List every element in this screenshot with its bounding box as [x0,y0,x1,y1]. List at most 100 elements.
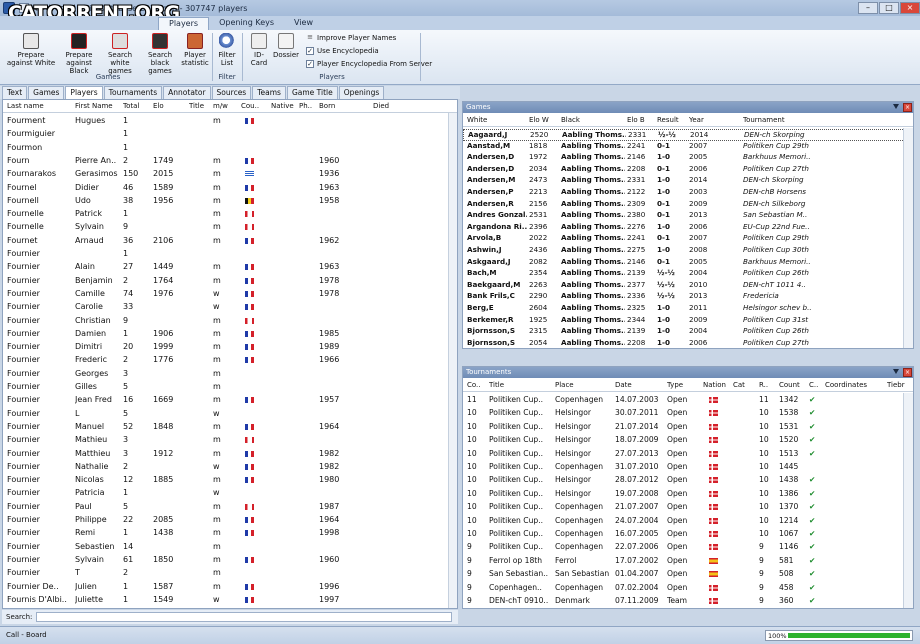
minimize-button[interactable]: – [858,2,878,14]
table-row[interactable]: Fournier Dimitri 20 1999 m 1989 [3,341,457,354]
column-header[interactable]: Title [489,381,504,389]
column-header[interactable]: m/w [213,102,228,110]
table-row[interactable]: Askgaard,J 2082 Aabling Thoms.. 2146 0-1 2005… [463,257,913,269]
table-row[interactable]: Andersen,R 2156 Aabling Thoms.. 2309 0-1 2009… [463,199,913,211]
column-header[interactable]: Tiebr [887,381,905,389]
table-row[interactable]: 9 Ferrol op 18th Ferrol 17.07.2002 Open 9 581 ✔ [463,555,913,568]
table-row[interactable]: Fournier De.. Julien 1 1587 m 1996 [3,581,457,594]
search-black-games-button[interactable]: Search black games [140,33,180,75]
table-row[interactable]: 11 Politiken Cup.. Copenhagen 14.07.2003 Ope… [463,394,913,407]
table-row[interactable]: 9 DEN-chT 0910.. Denmark 07.11.2009 Team 9 360… [463,595,913,608]
column-header[interactable]: Born [319,102,335,110]
table-row[interactable]: 9 Politiken Cup.. Copenhagen 22.07.2006 Open… [463,541,913,554]
column-header[interactable]: Count [779,381,800,389]
table-row[interactable]: Fournier Christian 9 m [3,315,457,328]
table-row[interactable]: Fournier Manuel 52 1848 m 1964 [3,421,457,434]
table-row[interactable]: Fournier Matthieu 3 1912 m 1982 [3,448,457,461]
dossier-button[interactable]: Dossier [272,33,300,59]
search-white-games-button[interactable]: Search white games [100,33,140,75]
table-row[interactable]: Bjornsson,S 2054 Aabling Thoms.. 2208 1-0 200… [463,338,913,348]
tournaments-panel-close-icon[interactable]: × [903,368,912,377]
column-header[interactable]: R.. [759,381,768,389]
column-header[interactable]: Died [373,102,389,110]
table-row[interactable]: Berg,E 2604 Aabling Thoms.. 2325 1-0 2011 Hels… [463,303,913,315]
table-row[interactable]: Fournet Arnaud 36 2106 m 1962 [3,235,457,248]
column-header[interactable]: Date [615,381,632,389]
tournaments-panel-menu-icon[interactable] [893,369,899,374]
improve-player-names-option[interactable]: ≡ Improve Player Names [306,34,396,43]
table-row[interactable]: Fournier Philippe 22 2085 m 1964 [3,514,457,527]
table-row[interactable]: Andersen,D 2034 Aabling Thoms.. 2208 0-1 2006… [463,164,913,176]
subtab-tournaments[interactable]: Tournaments [103,86,163,99]
table-row[interactable]: 10 Politiken Cup.. Copenhagen 21.07.2007 Ope… [463,501,913,514]
table-row[interactable]: 10 Politiken Cup.. Helsingor 18.07.2009 Open… [463,434,913,447]
prepare-black-button[interactable]: Prepare against Black [56,33,102,75]
table-row[interactable]: Fournier Patricia 1 w [3,487,457,500]
table-row[interactable]: 10 Politiken Cup.. Copenhagen 31.07.2010 Ope… [463,461,913,474]
games-scrollbar[interactable] [903,128,913,348]
player-statistic-button[interactable]: Player statistic [180,33,210,67]
table-row[interactable]: Fourn Pierre An.. 2 1749 m 1960 [3,155,457,168]
table-row[interactable]: 10 Politiken Cup.. Copenhagen 16.07.2005 Ope… [463,528,913,541]
prepare-white-button[interactable]: Prepare against White [6,33,56,67]
column-header[interactable]: Ph.. [299,102,312,110]
column-header[interactable]: Total [123,102,139,110]
tournaments-scrollbar[interactable] [903,393,913,608]
table-row[interactable]: Fournier Alain 27 1449 m 1963 [3,261,457,274]
close-button[interactable]: × [900,2,920,14]
players-scrollbar[interactable] [448,113,457,608]
subtab-teams[interactable]: Teams [252,86,286,99]
games-panel-close-icon[interactable]: × [903,103,912,112]
column-header[interactable]: Cou.. [241,102,259,110]
table-row[interactable]: Fourmiguier 1 [3,128,457,141]
table-row[interactable]: 9 Copenhagen.. Copenhagen 07.02.2004 Open 9 45… [463,582,913,595]
tab-players[interactable]: Players [158,17,210,30]
table-row[interactable]: 10 Politiken Cup.. Helsingor 27.07.2013 Open… [463,448,913,461]
table-row[interactable]: Bjornsson,S 2315 Aabling Thoms.. 2139 1-0 200… [463,326,913,338]
table-row[interactable]: 9 San Sebastian.. San Sebastian 01.04.2007 O… [463,568,913,581]
table-row[interactable]: Fournier Nathalie 2 w 1982 [3,461,457,474]
table-row[interactable]: 10 Politiken Cup.. Helsingor 21.07.2014 Open… [463,421,913,434]
table-row[interactable]: Fournier Jean Fred 16 1669 m 1957 [3,394,457,407]
table-row[interactable]: Fournelle Sylvain 9 m [3,221,457,234]
subtab-players[interactable]: Players [65,86,103,99]
column-header[interactable]: White [467,116,487,124]
column-header[interactable]: Tournament [743,116,785,124]
column-header[interactable]: Coordinates [825,381,867,389]
encyclopedia-from-server-checkbox[interactable]: ✓ Player Encyclopedia From Server [306,60,432,68]
table-row[interactable]: Baekgaard,M 2263 Aabling Thoms.. 2377 ½-½ 201… [463,280,913,292]
table-row[interactable]: Bach,M 2354 Aabling Thoms.. 2139 ½-½ 2004 Poli… [463,268,913,280]
column-header[interactable]: Cat [733,381,745,389]
table-row[interactable]: Bank Frils,C 2290 Aabling Thoms.. 2336 ½-½ 20… [463,291,913,303]
table-row[interactable]: Andres Gonzal.. 2531 Aabling Thoms.. 2380 0-… [463,210,913,222]
maximize-button[interactable]: □ [879,2,899,14]
id-card-button[interactable]: ID-Card [246,33,272,67]
table-row[interactable]: 10 Politiken Cup.. Helsingor 19.07.2008 Open… [463,488,913,501]
table-row[interactable]: Fournel Didier 46 1589 m 1963 [3,182,457,195]
column-header[interactable]: Native [271,102,294,110]
column-header[interactable]: Co.. [467,381,481,389]
table-row[interactable]: Argandona Ri.. 2396 Aabling Thoms.. 2276 1-0… [463,222,913,234]
search-input[interactable] [36,612,452,622]
column-header[interactable]: Elo W [529,116,549,124]
table-row[interactable]: Fournelle Patrick 1 m [3,208,457,221]
table-row[interactable]: Fournier Paul 5 m 1987 [3,501,457,514]
table-row[interactable]: Ashwin,J 2436 Aabling Thoms.. 2275 1-0 2008 Po… [463,245,913,257]
column-header[interactable]: Last name [7,102,44,110]
subtab-games[interactable]: Games [28,86,65,99]
subtab-openings[interactable]: Openings [338,86,385,99]
table-row[interactable]: 10 Politiken Cup.. Helsingor 28.07.2012 Open… [463,474,913,487]
table-row[interactable]: Fournier Remi 1 1438 m 1998 [3,527,457,540]
column-header[interactable]: Title [189,102,204,110]
table-row[interactable]: 10 Politiken Cup.. Copenhagen 24.07.2004 Ope… [463,515,913,528]
table-row[interactable]: Fournier Sebastien 14 m [3,541,457,554]
column-header[interactable]: First Name [75,102,113,110]
table-row[interactable]: Fournier Nicolas 12 1885 m 1980 [3,474,457,487]
table-row[interactable]: Fournier Gilles 5 m [3,381,457,394]
table-row[interactable]: Fournier Mathieu 3 m [3,434,457,447]
subtab-sources[interactable]: Sources [211,86,252,99]
use-encyclopedia-checkbox[interactable]: ✓ Use Encyclopedia [306,47,379,55]
tab-view[interactable]: View [284,17,323,30]
table-row[interactable]: Aanstad,M 1818 Aabling Thoms.. 2241 0-1 2007 P… [463,141,913,153]
table-row[interactable]: Arvola,B 2022 Aabling Thoms.. 2241 0-1 2007 Po… [463,233,913,245]
